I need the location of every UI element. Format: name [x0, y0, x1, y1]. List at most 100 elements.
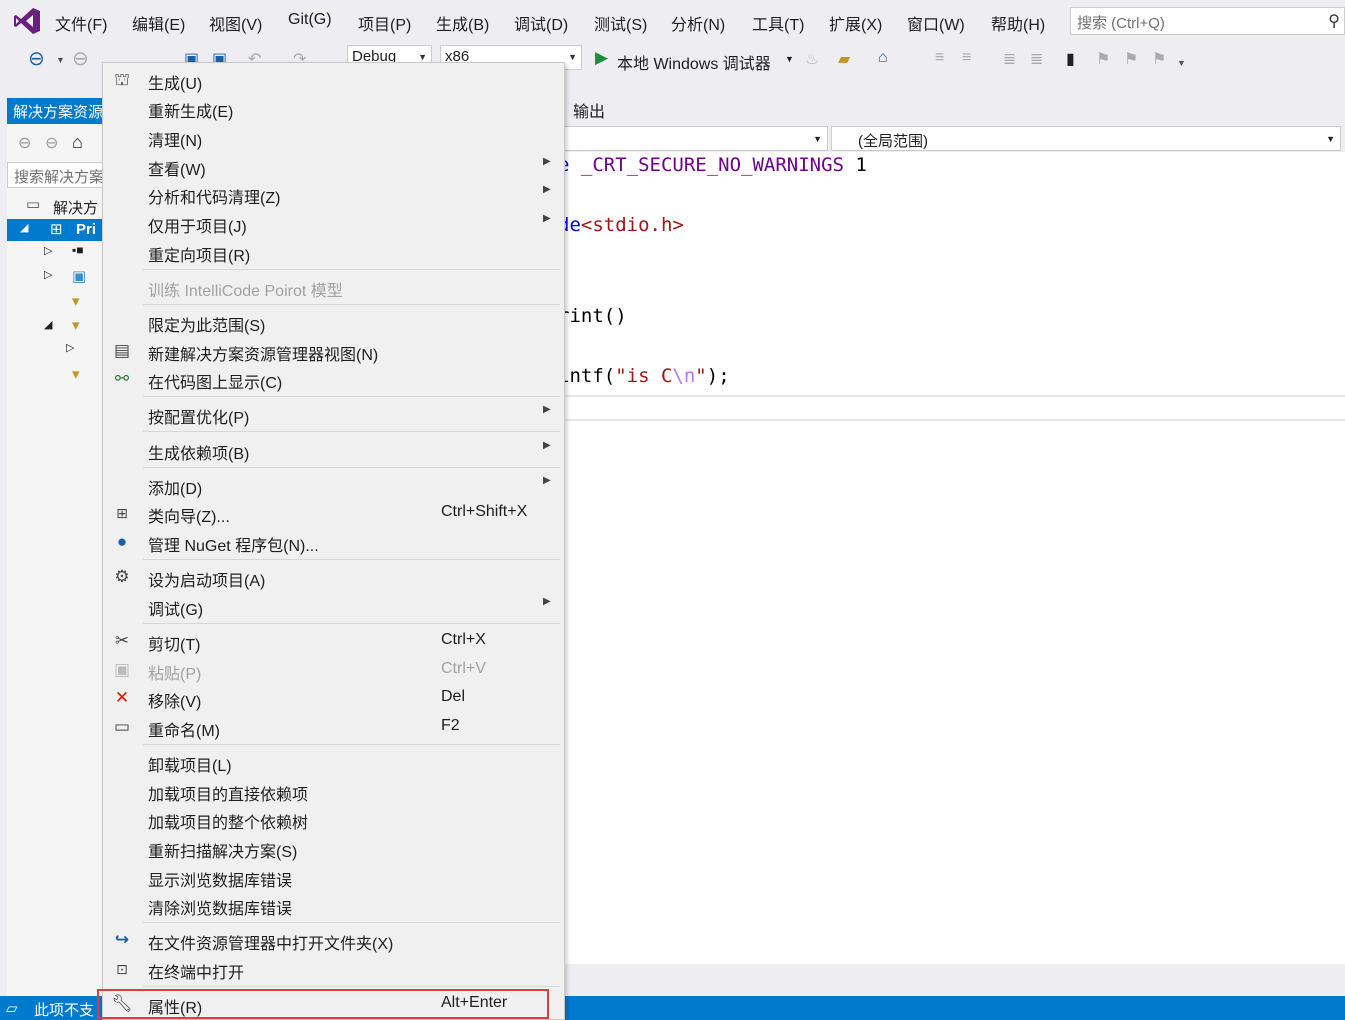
menu-item-retarget[interactable]: 重定向项目(R)	[103, 238, 565, 266]
collapsed-arrow-icon[interactable]: ▷	[66, 341, 74, 354]
menu-tools[interactable]: 工具(T)	[752, 11, 804, 35]
solution-search-input[interactable]: 搜索解决方案	[7, 162, 107, 188]
code-string: "is C	[615, 365, 673, 387]
menu-item-load-direct-deps[interactable]: 加载项目的直接依赖项	[103, 777, 565, 805]
uncomment-icon[interactable]: ≣	[1030, 49, 1043, 69]
paste-icon: ▣	[113, 660, 131, 679]
menu-view[interactable]: 视图(V)	[209, 11, 262, 35]
expanded-arrow-icon[interactable]: ◢	[44, 318, 52, 331]
outdent-icon[interactable]: ≡	[962, 49, 971, 67]
menu-item-unload-project[interactable]: 卸载项目(L)	[103, 748, 565, 776]
menu-item-clear-db-errors[interactable]: 清除浏览数据库错误	[103, 891, 565, 919]
menu-git[interactable]: Git(G)	[288, 11, 332, 29]
bookmark-prev-icon[interactable]: ⚑	[1096, 49, 1110, 69]
menu-item-rename[interactable]: ▭ 重命名(M) F2	[103, 713, 565, 741]
project-node[interactable]: Pri	[76, 221, 96, 238]
hot-reload-icon[interactable]: ♨	[805, 49, 819, 69]
se-forward-icon[interactable]: ⊖	[45, 133, 58, 153]
menu-item-show-on-code-map[interactable]: ⚯ 在代码图上显示(C)	[103, 365, 565, 393]
expand-arrow-icon[interactable]: ◢	[20, 221, 28, 234]
menu-extensions[interactable]: 扩展(X)	[829, 11, 882, 35]
collapsed-arrow-icon[interactable]: ▷	[44, 244, 52, 257]
tab-output[interactable]: 输出	[573, 98, 605, 122]
menu-item-project-only[interactable]: 仅用于项目(J) ▶	[103, 209, 565, 237]
bookmark-icon[interactable]: ▮	[1066, 49, 1075, 69]
menu-debug[interactable]: 调试(D)	[514, 11, 568, 35]
menu-separator	[143, 559, 560, 560]
menu-test[interactable]: 测试(S)	[594, 11, 647, 35]
code-line-1: e _CRT_SECURE_NO_WARNINGS 1	[558, 154, 867, 176]
home-icon[interactable]: ⌂	[878, 49, 888, 67]
menu-item-analyze-cleanup[interactable]: 分析和代码清理(Z) ▶	[103, 180, 565, 208]
bookmark-clear-icon[interactable]: ⚑	[1152, 49, 1166, 69]
menu-item-manage-nuget[interactable]: ● 管理 NuGet 程序包(N)...	[103, 528, 565, 556]
menu-separator	[143, 269, 560, 270]
se-home-icon[interactable]: ⌂	[72, 132, 83, 153]
run-debugger-button[interactable]: 本地 Windows 调试器	[617, 50, 771, 74]
play-icon[interactable]: ▶	[595, 48, 608, 68]
run-dropdown-icon[interactable]: ▼	[785, 54, 794, 64]
menu-item-cut[interactable]: ✂ 剪切(T) Ctrl+X	[103, 627, 565, 655]
code-string: "	[695, 365, 707, 387]
menu-window[interactable]: 窗口(W)	[907, 11, 965, 35]
forward-icon[interactable]: ⊖	[72, 46, 89, 71]
menu-help[interactable]: 帮助(H)	[991, 11, 1045, 35]
menu-file[interactable]: 文件(F)	[55, 11, 107, 35]
submenu-arrow-icon: ▶	[543, 475, 551, 486]
menu-build[interactable]: 生成(B)	[436, 11, 489, 35]
menu-item-remove[interactable]: ✕ 移除(V) Del	[103, 684, 565, 712]
collapsed-arrow-icon[interactable]: ▷	[44, 268, 52, 281]
menu-item-class-wizard[interactable]: ⊞ 类向导(Z)... Ctrl+Shift+X	[103, 499, 565, 527]
visual-studio-logo-icon[interactable]	[12, 6, 42, 36]
menu-project[interactable]: 项目(P)	[358, 11, 411, 35]
filter-folder-icon: ▾	[72, 293, 80, 310]
menu-item-set-startup[interactable]: ⚙ 设为启动项目(A)	[103, 563, 565, 591]
solution-explorer-tab[interactable]: 解决方案资源管理器	[7, 98, 107, 124]
submenu-arrow-icon: ▶	[543, 440, 551, 451]
menu-item-rebuild[interactable]: 重新生成(E)	[103, 94, 565, 122]
menu-separator	[143, 396, 560, 397]
code-map-icon: ⚯	[114, 369, 130, 388]
properties-highlight-box	[97, 989, 549, 1019]
menu-item-view[interactable]: 查看(W) ▶	[103, 152, 565, 180]
comment-icon[interactable]: ≣	[1003, 49, 1016, 69]
chevron-down-icon: ▼	[568, 52, 577, 62]
scope-nav-dropdown[interactable]: (全局范围) ▼	[831, 126, 1341, 151]
menu-item-load-dep-tree[interactable]: 加载项目的整个依赖树	[103, 805, 565, 833]
bookmark-next-icon[interactable]: ⚑	[1124, 49, 1138, 69]
scissors-icon: ✂	[114, 631, 130, 650]
menu-item-pgo[interactable]: 按配置优化(P) ▶	[103, 400, 565, 428]
folder-search-icon[interactable]: ▰	[838, 49, 850, 69]
search-box[interactable]: 搜索 (Ctrl+Q) ⚲	[1070, 7, 1345, 35]
menu-item-open-in-terminal[interactable]: ⊡ 在终端中打开	[103, 955, 565, 983]
se-back-icon[interactable]: ⊖	[18, 133, 31, 153]
chevron-down-icon: ▼	[1326, 134, 1335, 144]
code-editor[interactable]	[563, 152, 1345, 964]
chevron-down-icon: ▼	[813, 134, 822, 144]
menu-separator	[143, 922, 560, 923]
solution-node[interactable]: 解决方	[53, 197, 98, 218]
menu-item-show-db-errors[interactable]: 显示浏览数据库错误	[103, 863, 565, 891]
menu-item-new-explorer-view[interactable]: ▤ 新建解决方案资源管理器视图(N)	[103, 337, 565, 365]
toolbar-overflow-icon[interactable]: ▼	[1177, 58, 1186, 68]
menu-item-add[interactable]: 添加(D) ▶	[103, 471, 565, 499]
menu-item-build[interactable]: ⛫ 生成(U)	[103, 66, 565, 94]
menu-item-debug[interactable]: 调试(G) ▶	[103, 592, 565, 620]
back-icon[interactable]: ⊖	[28, 46, 45, 71]
back-dropdown-icon[interactable]: ▼	[56, 55, 65, 65]
search-icon: ⚲	[1328, 13, 1340, 30]
menu-separator	[143, 304, 560, 305]
filter-folder-icon: ▾	[72, 366, 80, 383]
build-icon: ⛫	[114, 70, 130, 89]
menu-item-build-dependencies[interactable]: 生成依赖项(B) ▶	[103, 436, 565, 464]
status-icon: ▱	[6, 1000, 18, 1017]
menu-item-rescan-solution[interactable]: 重新扫描解决方案(S)	[103, 834, 565, 862]
project-nav-dropdown[interactable]: ▼	[563, 126, 828, 151]
menu-analyze[interactable]: 分析(N)	[671, 11, 725, 35]
menu-edit[interactable]: 编辑(E)	[132, 11, 185, 35]
code-escape: \n	[672, 365, 696, 387]
menu-item-clean[interactable]: 清理(N)	[103, 123, 565, 151]
menu-item-scope-to-this[interactable]: 限定为此范围(S)	[103, 308, 565, 336]
menu-item-open-in-explorer[interactable]: ↪ 在文件资源管理器中打开文件夹(X)	[103, 926, 565, 954]
indent-icon[interactable]: ≡	[935, 49, 944, 67]
